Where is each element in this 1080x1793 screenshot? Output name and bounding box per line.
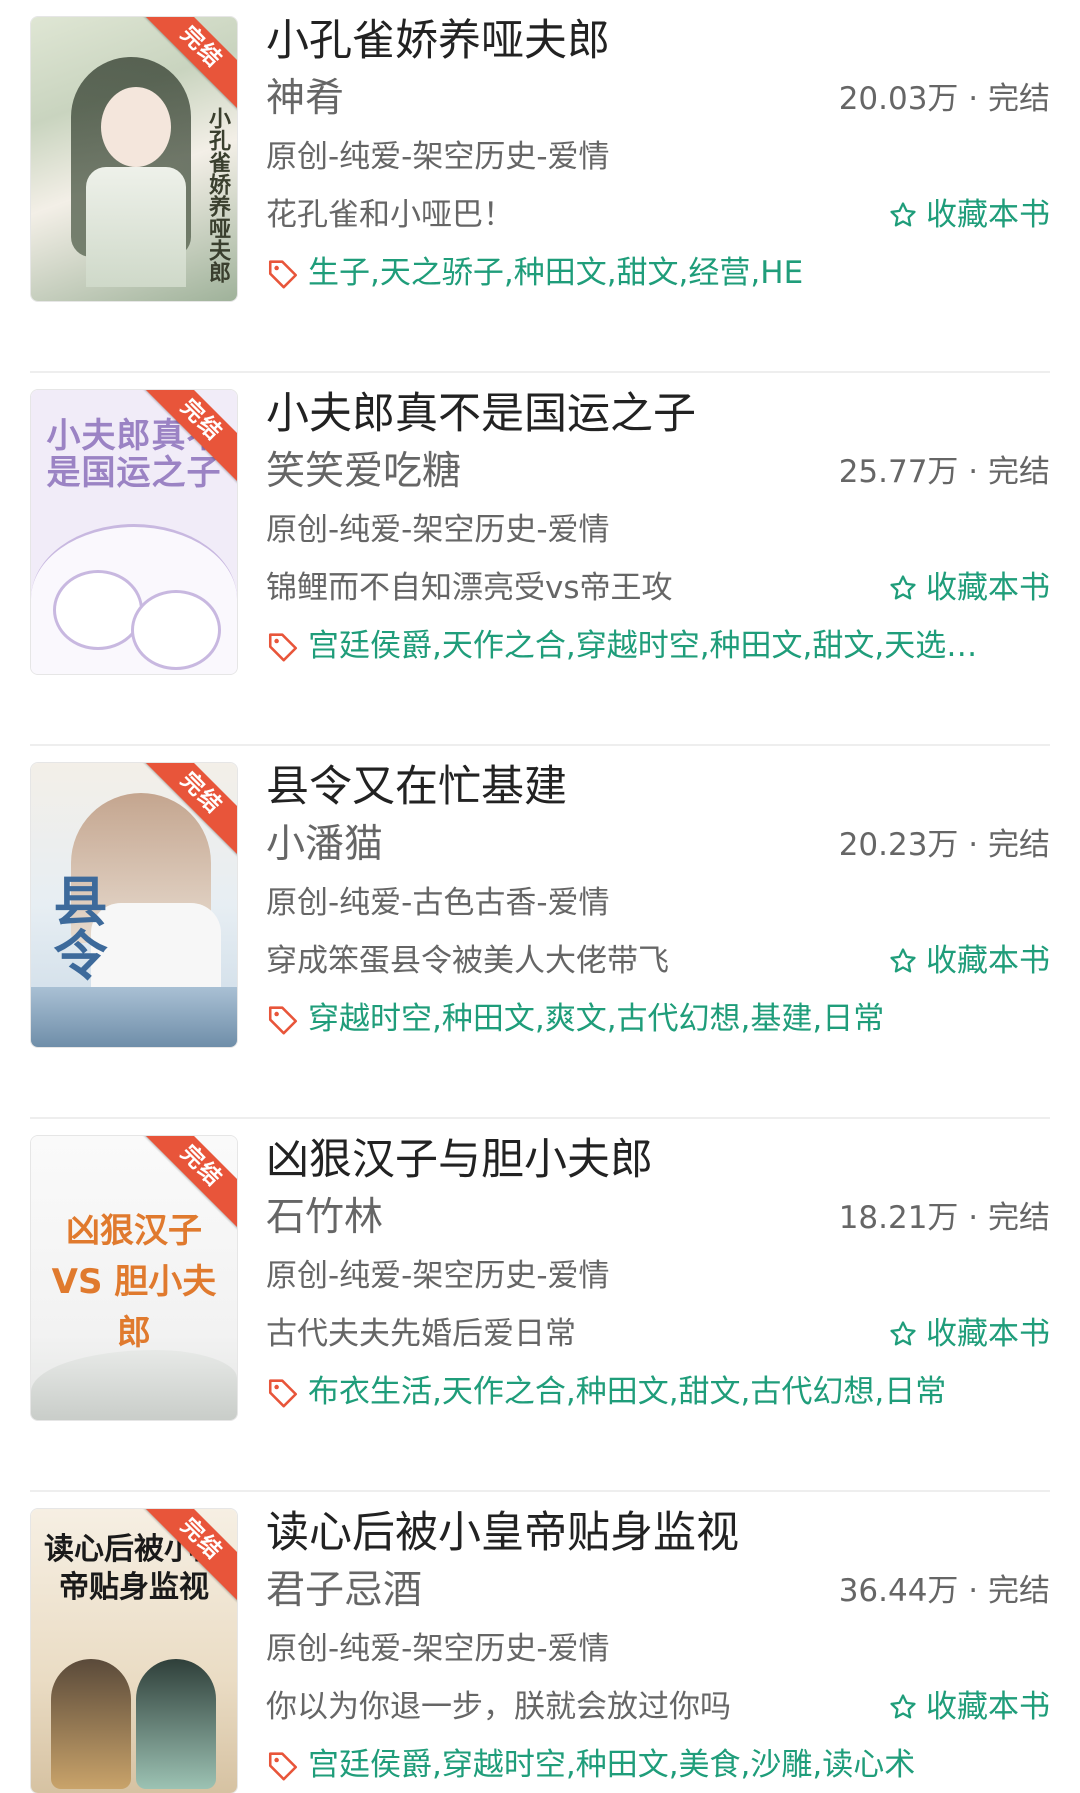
- tag-list[interactable]: 穿越时空,种田文,爽文,古代幻想,基建,日常: [308, 990, 884, 1048]
- favorite-label: 收藏本书: [926, 943, 1050, 979]
- book-cover[interactable]: 读心后被小皇帝贴身监视 完结: [30, 1508, 238, 1793]
- star-outline-icon: [890, 1321, 916, 1346]
- book-item[interactable]: 小夫郎真不是国运之子 完结 小夫郎真不是国运之子 笑笑爱吃糖 25.77万 · …: [30, 373, 1050, 746]
- book-genre: 原创-纯爱-架空历史-爱情: [266, 1258, 610, 1294]
- book-author[interactable]: 神肴: [266, 76, 344, 121]
- book-author[interactable]: 小潘猫: [266, 822, 383, 867]
- book-tags: 生子,天之骄子,种田文,甜文,经营,HE: [266, 244, 1050, 302]
- book-author[interactable]: 君子忌酒: [266, 1568, 422, 1613]
- tag-list[interactable]: 宫廷侯爵,穿越时空,种田文,美食,沙雕,读心术: [308, 1736, 915, 1793]
- favorite-label: 收藏本书: [926, 1689, 1050, 1725]
- book-cover[interactable]: 小夫郎真不是国运之子 完结: [30, 389, 238, 675]
- favorite-button[interactable]: 收藏本书: [888, 1305, 1050, 1363]
- cover-title: 凶狠汉子 VS 胆小夫郎: [51, 1211, 217, 1353]
- book-list: 小孔雀娇养哑夫郎 完结 小孔雀娇养哑夫郎 神肴 20.03万 · 完结 原创-纯…: [0, 0, 1080, 1793]
- book-genre: 原创-纯爱-古色古香-爱情: [266, 885, 610, 921]
- book-description: 你以为你退一步，朕就会放过你吗: [266, 1689, 731, 1725]
- favorite-button[interactable]: 收藏本书: [888, 186, 1050, 244]
- book-title[interactable]: 凶狠汉子与胆小夫郎: [266, 1131, 1050, 1189]
- star-outline-icon: [890, 202, 916, 227]
- tag-list[interactable]: 宫廷侯爵,天作之合,穿越时空,种田文,甜文,天选…: [308, 617, 977, 675]
- book-item[interactable]: 读心后被小皇帝贴身监视 完结 读心后被小皇帝贴身监视 君子忌酒 36.44万 ·…: [30, 1492, 1050, 1793]
- book-genre: 原创-纯爱-架空历史-爱情: [266, 512, 610, 548]
- book-tags: 穿越时空,种田文,爽文,古代幻想,基建,日常: [266, 990, 1050, 1048]
- book-stats: 20.03万 · 完结: [838, 81, 1050, 117]
- tag-list[interactable]: 布衣生活,天作之合,种田文,甜文,古代幻想,日常: [308, 1363, 946, 1421]
- star-outline-icon: [890, 575, 916, 600]
- book-tags: 布衣生活,天作之合,种田文,甜文,古代幻想,日常: [266, 1363, 1050, 1421]
- favorite-label: 收藏本书: [926, 197, 1050, 233]
- book-cover[interactable]: 凶狠汉子 VS 胆小夫郎 完结: [30, 1135, 238, 1421]
- book-description: 古代夫夫先婚后爱日常: [266, 1316, 576, 1352]
- book-description: 锦鲤而不自知漂亮受vs帝王攻: [266, 570, 673, 606]
- favorite-label: 收藏本书: [926, 1316, 1050, 1352]
- book-stats: 18.21万 · 完结: [838, 1200, 1050, 1236]
- favorite-label: 收藏本书: [926, 570, 1050, 606]
- favorite-button[interactable]: 收藏本书: [888, 932, 1050, 990]
- book-genre: 原创-纯爱-架空历史-爱情: [266, 1631, 610, 1667]
- book-cover[interactable]: 小孔雀娇养哑夫郎 完结: [30, 16, 238, 302]
- book-description: 花孔雀和小哑巴！: [266, 197, 514, 233]
- cover-title: 小孔雀娇养哑夫郎: [205, 107, 230, 283]
- price-tag-icon: [268, 633, 298, 662]
- book-stats: 25.77万 · 完结: [838, 454, 1050, 490]
- book-stats: 20.23万 · 完结: [838, 827, 1050, 863]
- book-genre: 原创-纯爱-架空历史-爱情: [266, 139, 610, 175]
- favorite-button[interactable]: 收藏本书: [888, 559, 1050, 617]
- tag-list[interactable]: 生子,天之骄子,种田文,甜文,经营,HE: [308, 244, 803, 302]
- book-item[interactable]: 小孔雀娇养哑夫郎 完结 小孔雀娇养哑夫郎 神肴 20.03万 · 完结 原创-纯…: [30, 0, 1050, 373]
- book-stats: 36.44万 · 完结: [838, 1573, 1050, 1609]
- book-title[interactable]: 读心后被小皇帝贴身监视: [266, 1504, 1050, 1562]
- book-author[interactable]: 笑笑爱吃糖: [266, 449, 461, 494]
- favorite-button[interactable]: 收藏本书: [888, 1678, 1050, 1736]
- price-tag-icon: [268, 1379, 298, 1408]
- book-title[interactable]: 县令又在忙基建: [266, 758, 1050, 816]
- book-cover[interactable]: 县令 完结: [30, 762, 238, 1048]
- book-item[interactable]: 县令 完结 县令又在忙基建 小潘猫 20.23万 · 完结 原创-纯爱-古色古香…: [30, 746, 1050, 1119]
- cover-title: 县令: [44, 873, 107, 981]
- star-outline-icon: [890, 948, 916, 973]
- book-item[interactable]: 凶狠汉子 VS 胆小夫郎 完结 凶狠汉子与胆小夫郎 石竹林 18.21万 · 完…: [30, 1119, 1050, 1492]
- star-outline-icon: [890, 1694, 916, 1719]
- price-tag-icon: [268, 1752, 298, 1781]
- price-tag-icon: [268, 1006, 298, 1035]
- book-title[interactable]: 小夫郎真不是国运之子: [266, 385, 1050, 443]
- book-author[interactable]: 石竹林: [266, 1195, 383, 1240]
- book-description: 穿成笨蛋县令被美人大佬带飞: [266, 943, 669, 979]
- book-tags: 宫廷侯爵,穿越时空,种田文,美食,沙雕,读心术: [266, 1736, 1050, 1793]
- book-tags: 宫廷侯爵,天作之合,穿越时空,种田文,甜文,天选…: [266, 617, 1050, 675]
- book-title[interactable]: 小孔雀娇养哑夫郎: [266, 12, 1050, 70]
- price-tag-icon: [268, 260, 298, 289]
